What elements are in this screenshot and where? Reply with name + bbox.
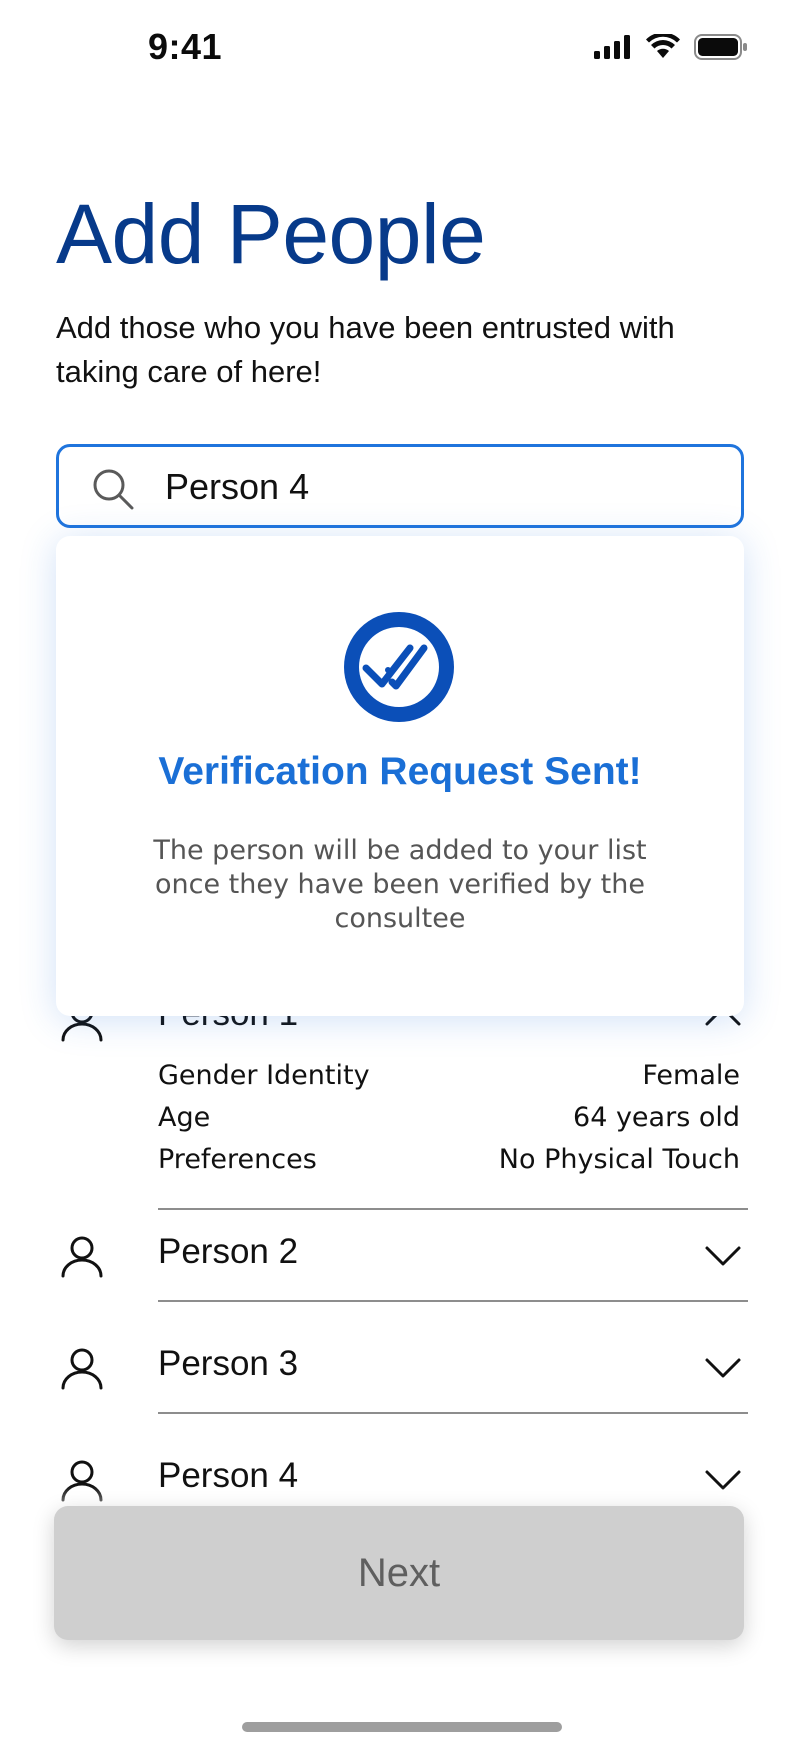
detail-label: Gender Identity xyxy=(158,1060,370,1091)
search-input[interactable] xyxy=(165,459,725,515)
search-icon xyxy=(93,469,134,510)
status-icons xyxy=(594,34,748,60)
chevron-down-icon[interactable] xyxy=(704,1244,742,1268)
person-row-2[interactable]: Person 2 xyxy=(56,1220,748,1330)
row-divider xyxy=(158,1300,748,1302)
next-button[interactable]: Next xyxy=(54,1506,744,1640)
row-divider xyxy=(158,1412,748,1414)
detail-value: No Physical Touch xyxy=(498,1144,740,1175)
person-name: Person 2 xyxy=(158,1232,299,1271)
verification-message: The person will be added to your list on… xyxy=(153,835,647,934)
status-time: 9:41 xyxy=(148,26,223,67)
double-check-icon xyxy=(344,612,454,722)
add-people-screen: 9:41 Add People Add those who you have b… xyxy=(0,0,804,1756)
wifi-icon xyxy=(646,34,680,58)
detail-label: Age xyxy=(158,1102,211,1133)
chevron-down-icon[interactable] xyxy=(704,1356,742,1380)
search-box[interactable] xyxy=(56,444,744,528)
person-row-3[interactable]: Person 3 xyxy=(56,1332,748,1442)
page-title: Add People xyxy=(56,187,486,281)
person-icon xyxy=(61,1348,103,1390)
page-subtitle: Add those who you have been entrusted wi… xyxy=(56,310,675,389)
detail-age: Age 64 years old xyxy=(158,1102,740,1133)
detail-gender: Gender Identity Female xyxy=(158,1060,740,1091)
detail-preferences: Preferences No Physical Touch xyxy=(158,1144,740,1175)
detail-value: Female xyxy=(642,1060,740,1091)
detail-value: 64 years old xyxy=(573,1102,740,1133)
verification-card: Verification Request Sent! The person wi… xyxy=(56,536,744,1016)
detail-label: Preferences xyxy=(158,1144,317,1175)
row-divider xyxy=(158,1208,748,1210)
battery-icon xyxy=(694,34,747,60)
person-name: Person 3 xyxy=(158,1344,299,1383)
cellular-signal-icon xyxy=(594,35,630,59)
person-icon xyxy=(61,1236,103,1278)
verification-title: Verification Request Sent! xyxy=(158,750,642,793)
home-indicator[interactable] xyxy=(242,1722,562,1732)
